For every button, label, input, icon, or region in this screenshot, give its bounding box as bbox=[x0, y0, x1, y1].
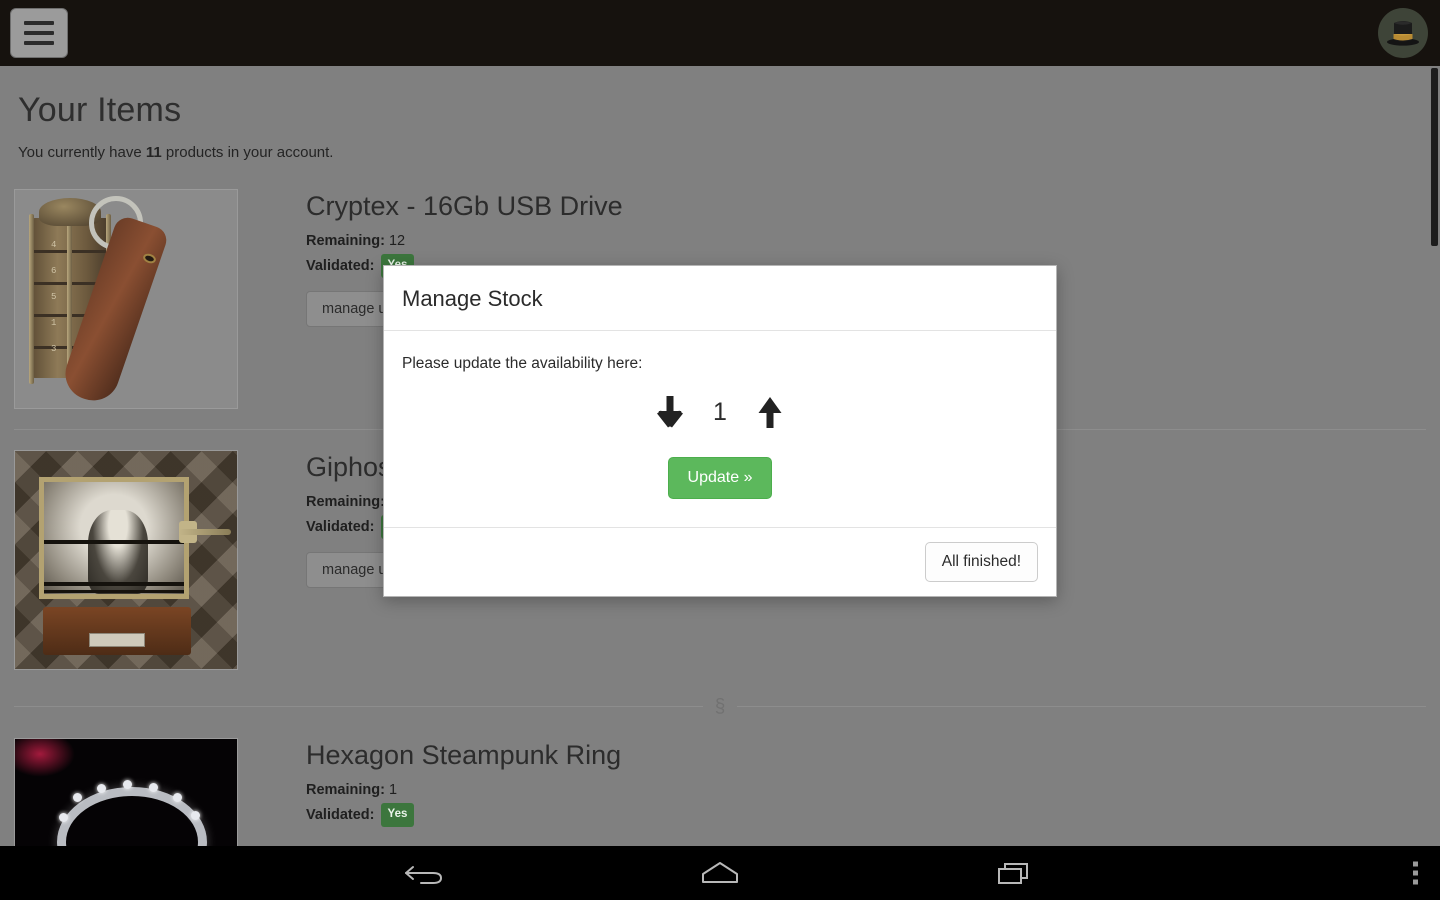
giphoscope-nameplate bbox=[89, 633, 145, 647]
remaining-label: Remaining: bbox=[306, 782, 385, 798]
product-thumbnail[interactable] bbox=[14, 450, 238, 670]
giphoscope-wood-base bbox=[43, 607, 191, 655]
product-row: Hexagon Steampunk Ring Remaining: 1 Vali… bbox=[14, 724, 1426, 846]
validated-label: Validated: bbox=[306, 806, 375, 823]
manage-stock-dialog: Manage Stock Please update the availabil… bbox=[383, 265, 1057, 597]
giphoscope-slit bbox=[44, 582, 184, 586]
product-thumbnail[interactable] bbox=[14, 738, 238, 846]
giphoscope-frame bbox=[39, 477, 189, 599]
giphoscope-slit bbox=[44, 540, 184, 544]
dialog-title: Manage Stock bbox=[402, 286, 543, 311]
product-remaining: Remaining: 12 bbox=[306, 230, 623, 254]
cryptex-rod bbox=[29, 214, 34, 384]
subtitle-count: 11 bbox=[145, 144, 162, 161]
home-icon bbox=[702, 862, 738, 883]
recent-apps-button[interactable] bbox=[993, 858, 1037, 888]
dialog-body: Please update the availability here: 1 U… bbox=[384, 331, 1056, 527]
dialog-footer: All finished! bbox=[384, 527, 1056, 596]
back-arrow-icon bbox=[405, 866, 443, 884]
quantity-stepper: 1 bbox=[402, 395, 1038, 429]
back-button[interactable] bbox=[403, 858, 447, 888]
hamburger-line-2 bbox=[24, 31, 54, 35]
scrollbar-thumb[interactable] bbox=[1431, 68, 1438, 246]
overflow-dot bbox=[1413, 870, 1418, 876]
arrow-up-icon bbox=[758, 397, 782, 428]
ring-red-glow bbox=[15, 739, 75, 777]
stepper-value: 1 bbox=[713, 397, 727, 426]
subtitle-prefix: You currently have bbox=[18, 144, 146, 161]
remaining-value: 1 bbox=[388, 782, 398, 798]
hamburger-line-1 bbox=[24, 21, 54, 25]
top-app-bar bbox=[0, 0, 1440, 66]
recents-icon bbox=[998, 863, 1028, 884]
cryptex-digits: 46513 bbox=[51, 240, 57, 354]
top-hat-icon bbox=[1387, 21, 1419, 46]
validated-label: Validated: bbox=[306, 257, 375, 274]
section-divider: § bbox=[14, 690, 1426, 724]
overflow-dot bbox=[1413, 861, 1418, 867]
increment-button[interactable] bbox=[755, 395, 785, 429]
status-badge: Yes bbox=[380, 802, 415, 827]
overflow-dot bbox=[1413, 879, 1418, 885]
product-info: Hexagon Steampunk Ring Remaining: 1 Vali… bbox=[306, 738, 621, 846]
decrement-button[interactable] bbox=[655, 395, 685, 429]
hexagon-steampunk-ring-photo bbox=[15, 739, 237, 846]
home-button[interactable] bbox=[697, 858, 743, 888]
avatar[interactable] bbox=[1378, 8, 1428, 58]
vertical-scrollbar[interactable] bbox=[1429, 66, 1440, 846]
update-button-wrapper: Update » bbox=[402, 457, 1038, 499]
product-name: Cryptex - 16Gb USB Drive bbox=[306, 191, 623, 221]
overflow-menu-button[interactable] bbox=[1413, 861, 1418, 885]
remaining-label: Remaining: bbox=[306, 233, 385, 249]
section-divider-mark: § bbox=[702, 690, 738, 724]
validated-label: Validated: bbox=[306, 518, 375, 535]
android-navigation-bar bbox=[0, 846, 1440, 900]
subtitle-suffix: products in your account. bbox=[161, 144, 334, 161]
product-name: Hexagon Steampunk Ring bbox=[306, 740, 622, 770]
app-root: Your Items You currently have 11 product… bbox=[0, 0, 1440, 900]
remaining-label: Remaining: bbox=[306, 494, 385, 510]
ring-studs bbox=[57, 780, 207, 846]
hamburger-menu-button[interactable] bbox=[10, 8, 68, 58]
cryptex-usb-drive-photo: 46513 bbox=[15, 190, 237, 408]
hamburger-line-3 bbox=[24, 41, 54, 45]
page-title: Your Items bbox=[18, 91, 182, 129]
dialog-instruction: Please update the availability here: bbox=[402, 355, 643, 372]
product-remaining: Remaining: 1 bbox=[306, 779, 621, 803]
update-button[interactable]: Update » bbox=[667, 457, 773, 499]
arrow-down-icon bbox=[657, 396, 683, 428]
page-subtitle: You currently have 11 products in your a… bbox=[18, 144, 1440, 161]
giphoscope-crank-arm bbox=[179, 529, 231, 535]
all-finished-button[interactable]: All finished! bbox=[924, 542, 1038, 582]
giphoscope-slit bbox=[44, 590, 184, 593]
dialog-header: Manage Stock bbox=[384, 266, 1056, 331]
remaining-value: 12 bbox=[388, 233, 406, 249]
product-validated: Validated: Yes bbox=[306, 802, 621, 828]
product-thumbnail[interactable]: 46513 bbox=[14, 189, 238, 409]
giphoscope-photo bbox=[15, 451, 237, 669]
